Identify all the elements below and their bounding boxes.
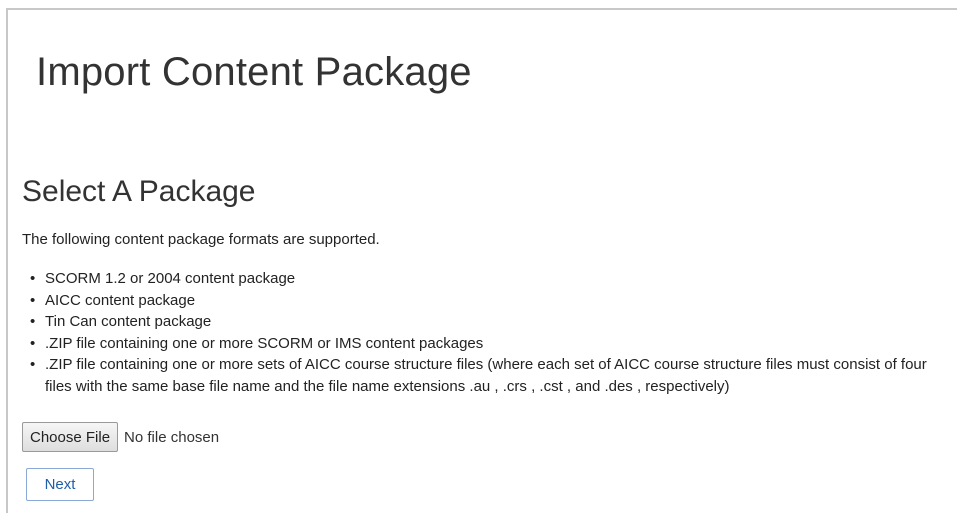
list-item: • SCORM 1.2 or 2004 content package	[22, 268, 942, 290]
list-item: • .ZIP file containing one or more SCORM…	[22, 333, 942, 355]
supported-formats-list: • SCORM 1.2 or 2004 content package • AI…	[22, 268, 942, 397]
list-item: • .ZIP file containing one or more sets …	[22, 354, 942, 397]
supported-formats-intro: The following content package formats ar…	[22, 231, 380, 248]
file-status-text: No file chosen	[124, 428, 220, 446]
format-label: AICC content package	[45, 291, 196, 309]
next-button[interactable]: Next	[26, 468, 94, 501]
section-title: Select A Package	[22, 175, 256, 208]
bullet-icon: •	[30, 356, 36, 373]
list-item: • AICC content package	[22, 290, 942, 312]
format-label: .ZIP file containing one or more sets of…	[45, 356, 927, 395]
format-label: Tin Can content package	[45, 313, 212, 330]
bullet-icon: •	[30, 334, 36, 352]
format-label: .ZIP file containing one or more SCORM o…	[45, 334, 484, 352]
format-label: SCORM 1.2 or 2004 content package	[45, 270, 296, 287]
bullet-icon: •	[30, 270, 36, 287]
choose-file-button[interactable]: Choose File	[22, 422, 119, 452]
list-item: • Tin Can content package	[22, 311, 942, 333]
bullet-icon: •	[30, 313, 36, 330]
bullet-icon: •	[30, 291, 36, 309]
file-picker: Choose File No file chosen	[22, 422, 219, 452]
page-title: Import Content Package	[36, 50, 472, 94]
